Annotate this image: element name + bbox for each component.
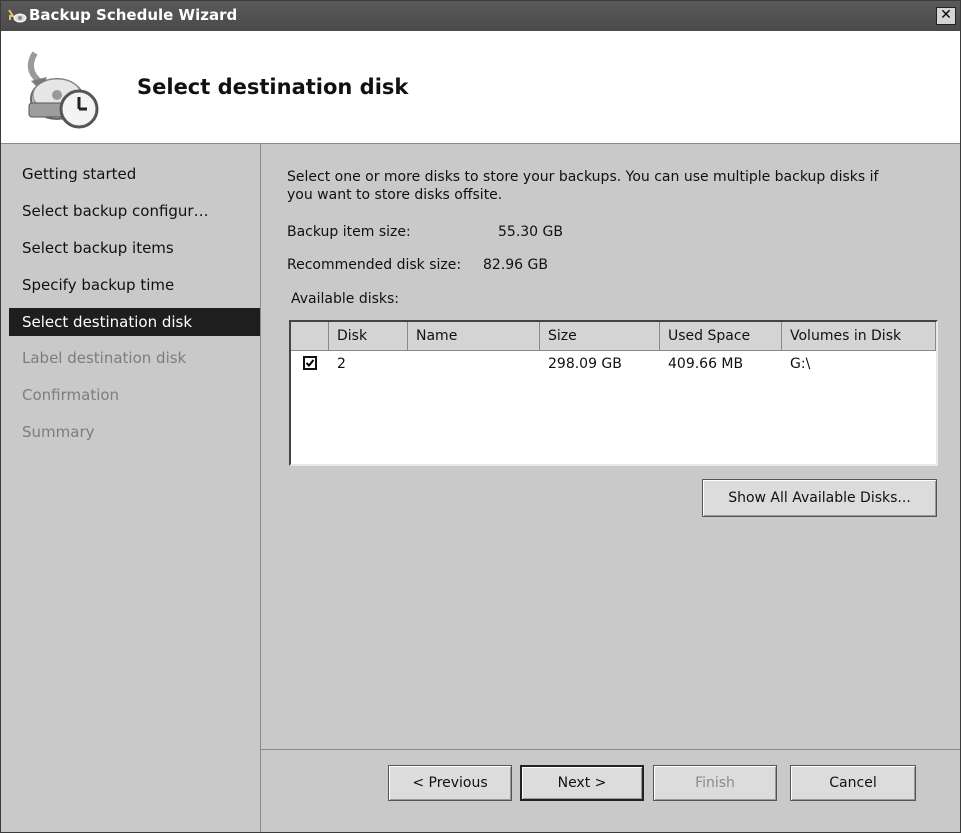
step-specify-backup-time[interactable]: Specify backup time	[9, 271, 260, 299]
column-header-disk[interactable]: Disk	[329, 322, 408, 350]
cell-volumes: G:\	[790, 356, 811, 372]
finish-button: Finish	[653, 765, 777, 801]
next-button[interactable]: Next >	[520, 765, 644, 801]
instructions-text: Select one or more disks to store your b…	[287, 169, 879, 203]
available-disks-table: Disk Name Size Used Space Volumes in Dis…	[289, 320, 938, 466]
backup-disk-clock-icon	[17, 47, 107, 137]
button-bar-divider	[261, 749, 960, 751]
step-getting-started[interactable]: Getting started	[9, 160, 260, 188]
column-header-size[interactable]: Size	[540, 322, 660, 350]
main-content: Select one or more disks to store your b…	[261, 144, 960, 832]
column-header-volumes[interactable]: Volumes in Disk	[782, 322, 936, 350]
step-confirmation: Confirmation	[22, 386, 120, 404]
available-disks-label: Available disks:	[291, 291, 400, 307]
cell-size: 298.09 GB	[548, 356, 622, 372]
checkmark-icon	[305, 359, 315, 367]
step-label-destination-disk: Label destination disk	[22, 349, 187, 367]
previous-button[interactable]: < Previous	[388, 765, 512, 801]
cancel-button[interactable]: Cancel	[790, 765, 916, 801]
wizard-window: Backup Schedule Wizard ✕ Select destinat…	[0, 0, 961, 833]
column-header-name[interactable]: Name	[408, 322, 540, 350]
window-title: Backup Schedule Wizard	[29, 6, 238, 24]
step-select-backup-configuration[interactable]: Select backup configur…	[9, 197, 260, 225]
column-header-used-space[interactable]: Used Space	[660, 322, 782, 350]
column-header-checkbox[interactable]	[291, 322, 329, 350]
table-header: Disk Name Size Used Space Volumes in Dis…	[291, 322, 936, 351]
close-icon: ✕	[940, 7, 952, 23]
recommended-disk-size-label: Recommended disk size:	[287, 257, 462, 273]
backup-app-icon	[7, 8, 27, 24]
cell-used-space: 409.66 MB	[668, 356, 744, 372]
backup-item-size-label: Backup item size:	[287, 224, 411, 240]
recommended-disk-size-value: 82.96 GB	[483, 257, 548, 273]
disk-select-checkbox[interactable]	[303, 356, 317, 370]
wizard-steps-sidebar: Getting started Select backup configur… …	[1, 144, 261, 832]
step-summary: Summary	[22, 423, 95, 441]
step-select-backup-items[interactable]: Select backup items	[9, 234, 260, 262]
page-title: Select destination disk	[137, 75, 409, 99]
cell-disk: 2	[337, 356, 346, 372]
backup-item-size-value: 55.30 GB	[498, 224, 563, 240]
wizard-header: Select destination disk	[1, 31, 960, 144]
table-row[interactable]: 2 298.09 GB 409.66 MB G:\	[291, 351, 936, 377]
close-button[interactable]: ✕	[936, 7, 956, 25]
title-bar: Backup Schedule Wizard ✕	[1, 1, 960, 31]
step-select-destination-disk[interactable]: Select destination disk	[9, 308, 260, 336]
show-all-disks-button[interactable]: Show All Available Disks...	[702, 479, 937, 517]
cell-name	[408, 351, 416, 377]
